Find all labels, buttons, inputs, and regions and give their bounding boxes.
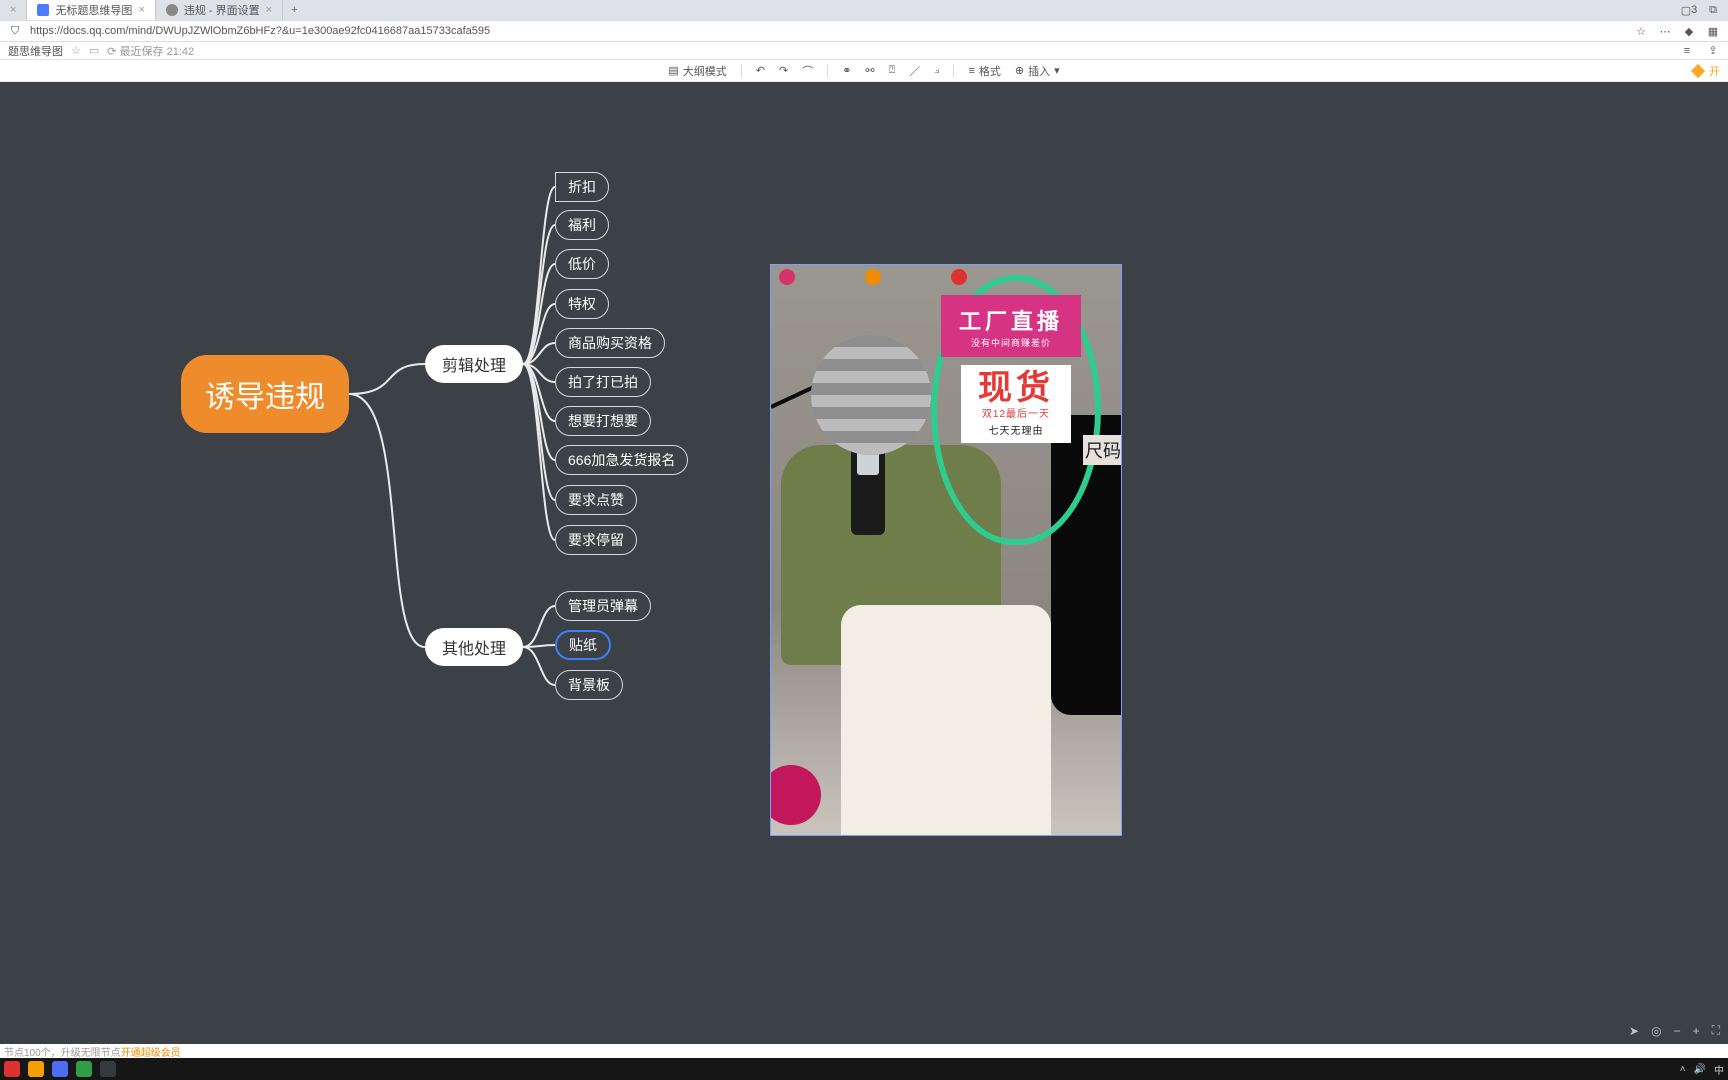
sign-pink: 工厂直播 没有中间商赚差价 xyxy=(941,295,1081,357)
doc-title[interactable]: 题思维导图 xyxy=(8,43,63,59)
editor-toolbar: ▤ 大纲模式 ↶ ↷ ⌒ ⚭ ⚯ ⍰ ／ ⟓ ≡ 格式 ⊕ 插入 ▾ 开 xyxy=(0,60,1728,82)
fullscreen-icon[interactable]: ⛶ xyxy=(1712,1023,1720,1038)
format-painter-button[interactable]: ⌒ xyxy=(802,63,813,79)
doc-header: 题思维导图 ☆ ▭ ⟳ 最近保存 21:42 ≡ ⇪ xyxy=(0,42,1728,60)
mindmap-leaf-node[interactable]: 商品购买资格 xyxy=(555,328,665,358)
taskbar-app-icon[interactable] xyxy=(28,1061,44,1077)
footer-hint: 节点100个，升级无限节点开通超级会员 xyxy=(0,1044,1728,1058)
mindmap-leaf-node-selected[interactable]: 贴纸 xyxy=(555,630,611,660)
mindmap-leaf-node[interactable]: 福利 xyxy=(555,210,609,240)
tab-title: 无标题思维导图 xyxy=(55,2,132,18)
mindmap-leaf-node[interactable]: 要求点赞 xyxy=(555,485,637,515)
mindmap-root-node[interactable]: 诱导违规 xyxy=(181,355,349,433)
mindmap-leaf-node[interactable]: 666加急发货报名 xyxy=(555,445,688,475)
extension-icon[interactable]: ◆ xyxy=(1682,24,1696,38)
tray-volume-icon[interactable]: 🔊 xyxy=(1694,1064,1706,1075)
mindmap-leaf-node[interactable]: 低价 xyxy=(555,249,609,279)
mosaic-face xyxy=(811,335,931,455)
more-icon[interactable]: ⋯ xyxy=(1658,24,1672,38)
zoom-out-icon[interactable]: − xyxy=(1674,1024,1681,1038)
mindmap-leaf-node[interactable]: 要求停留 xyxy=(555,525,637,555)
mindmap-branch-node[interactable]: 其他处理 xyxy=(425,628,523,666)
undo-button[interactable]: ↶ xyxy=(756,64,765,77)
share-icon[interactable]: ⇪ xyxy=(1706,44,1720,58)
embedded-image[interactable]: 工厂直播 没有中间商赚差价 现货 双12最后一天 七天无理由 尺码 xyxy=(770,264,1122,836)
apps-icon[interactable]: ▦ xyxy=(1706,24,1720,38)
browser-tabstrip: × 无标题思维导图 × 违规 - 界面设置 × + ▢3 ⧉ xyxy=(0,0,1728,20)
premium-label[interactable]: 开 xyxy=(1709,63,1720,79)
menu-icon[interactable]: ≡ xyxy=(1680,44,1694,58)
insert-button[interactable]: ⊕ 插入 ▾ xyxy=(1015,63,1060,79)
mindmap-branch-node[interactable]: 剪辑处理 xyxy=(425,345,523,383)
canvas-zoom-controls: ➤ ◎ − + ⛶ xyxy=(1629,1023,1720,1038)
shield-icon[interactable]: ⛉ xyxy=(8,24,22,38)
favorite-icon[interactable]: ☆ xyxy=(71,44,81,57)
link-icon[interactable]: ⚭ xyxy=(842,64,851,77)
new-tab-button[interactable]: + xyxy=(283,4,305,16)
tab-count-icon[interactable]: ▢3 xyxy=(1682,3,1696,17)
line-icon[interactable]: ／ xyxy=(909,63,920,79)
taskbar-app-icon[interactable] xyxy=(52,1061,68,1077)
boundary-icon[interactable]: ⟓ xyxy=(934,64,939,77)
mindmap-leaf-node[interactable]: 背景板 xyxy=(555,670,623,700)
browser-tab[interactable]: 违规 - 界面设置 × xyxy=(156,0,283,20)
tray-up-icon[interactable]: ˄ xyxy=(1680,1064,1686,1075)
locate-icon[interactable]: ➤ xyxy=(1629,1024,1639,1038)
window-restore-icon[interactable]: ⧉ xyxy=(1706,3,1720,17)
side-label: 尺码 xyxy=(1083,435,1122,465)
redo-button[interactable]: ↷ xyxy=(779,64,788,77)
mindmap-leaf-node[interactable]: 想要打想要 xyxy=(555,406,651,436)
gear-icon xyxy=(166,4,178,16)
fit-icon[interactable]: ◎ xyxy=(1651,1024,1661,1038)
premium-icon xyxy=(1691,63,1705,77)
mindmap-leaf-node[interactable]: 折扣 xyxy=(555,172,609,202)
upgrade-link[interactable]: 开通超级会员 xyxy=(121,1044,181,1059)
folder-icon[interactable]: ▭ xyxy=(89,44,99,57)
zoom-in-icon[interactable]: + xyxy=(1693,1024,1700,1038)
taskbar-app-icon[interactable] xyxy=(100,1061,116,1077)
favicon-icon xyxy=(37,4,49,16)
close-icon[interactable]: × xyxy=(10,4,16,16)
close-icon[interactable]: × xyxy=(266,4,272,16)
ime-indicator[interactable]: 中 xyxy=(1714,1062,1724,1077)
browser-tab-active[interactable]: 无标题思维导图 × xyxy=(27,0,155,20)
url-text[interactable]: https://docs.qq.com/mind/DWUpJZWlObmZ6bH… xyxy=(30,25,490,37)
taskbar-app-icon[interactable] xyxy=(4,1061,20,1077)
star-icon[interactable]: ☆ xyxy=(1634,24,1648,38)
mindmap-leaf-node[interactable]: 拍了打已拍 xyxy=(555,367,651,397)
address-bar: ⛉ https://docs.qq.com/mind/DWUpJZWlObmZ6… xyxy=(0,20,1728,42)
outline-mode-button[interactable]: ▤ 大纲模式 xyxy=(668,63,726,79)
relation-icon[interactable]: ⚯ xyxy=(865,64,874,77)
taskbar-app-icon[interactable] xyxy=(76,1061,92,1077)
close-icon[interactable]: × xyxy=(138,4,144,16)
os-taskbar: ˄ 🔊 中 xyxy=(0,1058,1728,1080)
summary-icon[interactable]: ⍰ xyxy=(889,64,896,77)
mindmap-leaf-node[interactable]: 特权 xyxy=(555,289,609,319)
format-button[interactable]: ≡ 格式 xyxy=(968,63,1000,79)
autosave-label: ⟳ 最近保存 21:42 xyxy=(107,43,194,59)
mindmap-canvas[interactable]: 诱导违规 剪辑处理 其他处理 折扣 福利 低价 特权 商品购买资格 拍了打已拍 … xyxy=(0,82,1728,1044)
tab-title: 违规 - 界面设置 xyxy=(184,2,260,18)
mindmap-leaf-node[interactable]: 管理员弹幕 xyxy=(555,591,651,621)
image-content: 工厂直播 没有中间商赚差价 现货 双12最后一天 七天无理由 尺码 xyxy=(771,265,1121,835)
sign-white: 现货 双12最后一天 七天无理由 xyxy=(961,365,1071,443)
browser-tab[interactable]: × xyxy=(0,0,27,20)
